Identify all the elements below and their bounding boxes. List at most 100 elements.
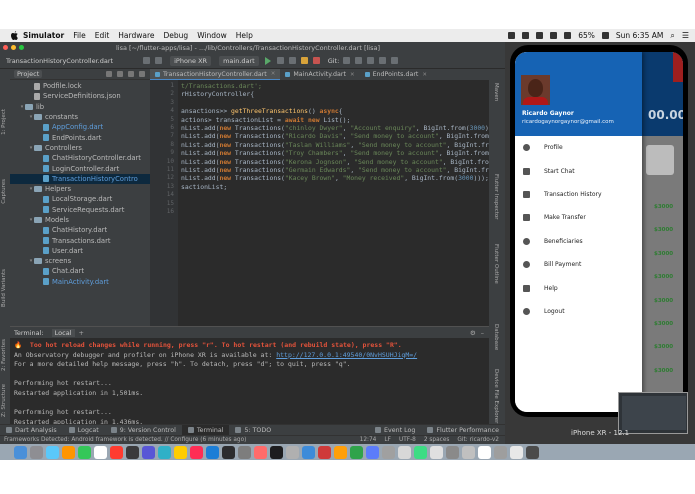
stop-icon[interactable] [312,57,320,64]
tree-item[interactable]: ▾ Controllers [10,143,150,153]
dock-app-icon[interactable] [302,445,315,459]
tab-transaction-history-controller[interactable]: TransactionHistoryController.dart ✕ [150,69,281,80]
drawer-item-help[interactable]: Help [515,276,642,299]
apple-icon[interactable] [10,31,18,40]
tree-item[interactable]: User.dart [10,246,150,256]
dock-app-icon[interactable] [398,445,411,459]
device-selector[interactable]: iPhone XR [170,55,212,66]
git-commit-icon[interactable] [355,57,363,64]
tree-item[interactable]: ChatHistoryController.dart [10,153,150,163]
tree-item[interactable]: Podfile.lock [10,81,150,91]
tool-project[interactable]: 1: Project [1,109,7,135]
tree-item[interactable]: LocalStorage.dart [10,194,150,204]
menu-window[interactable]: Window [197,31,227,40]
menu-clock[interactable]: Sun 6:35 AM [616,31,663,40]
observatory-link[interactable]: http://127.0.0.1:49540/0NvHSUHJiqM=/ [276,351,417,359]
tooltab-todo[interactable]: 5: TODO [229,425,277,436]
tooltab-event-log[interactable]: Event Log [369,425,421,436]
tree-item[interactable]: MainActivity.dart [10,277,150,287]
git-history-icon[interactable] [367,57,375,64]
tree-item[interactable]: ▾ constants [10,112,150,122]
menu-edit[interactable]: Edit [95,31,110,40]
line-separator[interactable]: LF [384,437,391,443]
drawer-item-logout[interactable]: Logout [515,300,642,323]
code-editor[interactable]: TransactionHistoryController.dart ✕ Main… [150,69,489,326]
iphone-screen[interactable]: 00.00 $3000 $3000 $3000 $3000 $3000 $3000 $300… [515,52,683,412]
tool-build-variants[interactable]: Build Variants [1,269,7,307]
menu-hardware[interactable]: Hardware [118,31,154,40]
dock-app-icon[interactable] [30,445,43,459]
dock-app-icon[interactable] [238,445,251,459]
dock-app-icon[interactable] [158,445,171,459]
close-tab-icon[interactable]: ✕ [350,72,355,78]
git-update-icon[interactable] [343,57,351,64]
cursor-position[interactable]: 12:74 [360,437,377,443]
dock-app-icon[interactable] [350,445,363,459]
minimize-window-button[interactable] [11,45,16,50]
dock-app-icon[interactable] [414,445,427,459]
git-branch[interactable]: Git: ricardo-v2 [457,437,499,443]
run-config-selector[interactable]: main.dart [219,55,259,66]
menu-help[interactable]: Help [236,31,253,40]
tab-endpoints[interactable]: EndPoints.dart ✕ [360,69,432,80]
dock-app-icon[interactable] [286,445,299,459]
wifi-icon[interactable] [550,32,558,39]
tree-item[interactable]: ▾ Models [10,215,150,225]
dock-app-icon[interactable] [126,445,139,459]
bluetooth-icon[interactable] [536,32,544,39]
zoom-window-button[interactable] [19,45,24,50]
tooltab-flutter-performance[interactable]: Flutter Performance [421,425,505,436]
dock-app-icon[interactable] [206,445,219,459]
menu-app-name[interactable]: Simulator [23,31,64,40]
dock-app-icon[interactable] [462,445,475,459]
phone-icon[interactable] [155,57,163,64]
volume-icon[interactable] [564,32,572,39]
minimize-panel-icon[interactable]: – [481,329,484,337]
tree-item[interactable]: ServiceDefinitions.json [10,91,150,101]
terminal-session-tab[interactable]: Local [51,328,75,337]
tree-item[interactable]: TransactionHistoryContro [10,173,150,184]
tool-favorites[interactable]: 2: Favorites [1,339,7,371]
dock-app-icon[interactable] [318,445,331,459]
indent-setting[interactable]: 2 spaces [424,437,450,443]
run-icon[interactable] [264,56,271,65]
menu-file[interactable]: File [73,31,86,40]
close-tab-icon[interactable]: ✕ [422,72,427,78]
tree-item[interactable]: Chat.dart [10,266,150,276]
drawer-item-beneficiaries[interactable]: Beneficiaries [515,230,642,253]
tool-flutter-inspector[interactable]: Flutter Inspector [493,174,499,220]
tool-maven[interactable]: Maven [493,83,499,101]
tab-main-activity[interactable]: MainActivity.dart ✕ [280,69,359,80]
battery-percent[interactable]: 65% [578,31,595,40]
breadcrumb[interactable]: TransactionHistoryController.dart [6,57,113,65]
tool-flutter-outline[interactable]: Flutter Outline [493,244,499,284]
menu-debug[interactable]: Debug [164,31,189,40]
file-encoding[interactable]: UTF-8 [399,437,416,443]
drawer-item-make-transfer[interactable]: Make Transfer [515,206,642,229]
dock-app-icon[interactable] [94,445,107,459]
target-icon[interactable] [106,71,112,77]
code-text[interactable]: t/Transactions.dart'; rHistoryController… [181,82,489,191]
dock-app-icon[interactable] [46,445,59,459]
dock-app-icon[interactable] [14,445,27,459]
debug-icon[interactable] [276,57,284,64]
project-view-selector[interactable]: Project [14,70,43,78]
tree-item[interactable]: ServiceRequests.dart [10,205,150,215]
terminal-panel[interactable]: Terminal: Local + ⚙ – 🔥 Too hot reload c… [10,326,489,426]
dock-app-icon[interactable] [190,445,203,459]
drawer-item-bill-payment[interactable]: Bill Payment [515,253,642,276]
tooltab-terminal[interactable]: Terminal [181,424,230,436]
close-tab-icon[interactable]: ✕ [271,71,276,77]
hot-reload-icon[interactable] [300,57,308,64]
search-everywhere-icon[interactable] [391,57,399,64]
tool-device-file-explorer[interactable]: Device File Explorer [493,369,499,423]
gear-icon[interactable] [128,71,134,77]
tool-captures[interactable]: Captures [1,179,7,204]
dropbox-icon[interactable] [508,32,516,39]
tree-item[interactable]: LoginController.dart [10,163,150,173]
tooltab-version-control[interactable]: 9: Version Control [105,425,182,436]
tooltab-dart-analysis[interactable]: Dart Analysis [0,425,63,436]
screenshot-thumbnail[interactable] [618,392,688,434]
dock-app-icon[interactable] [478,445,491,459]
dock-app-icon[interactable] [270,445,283,459]
